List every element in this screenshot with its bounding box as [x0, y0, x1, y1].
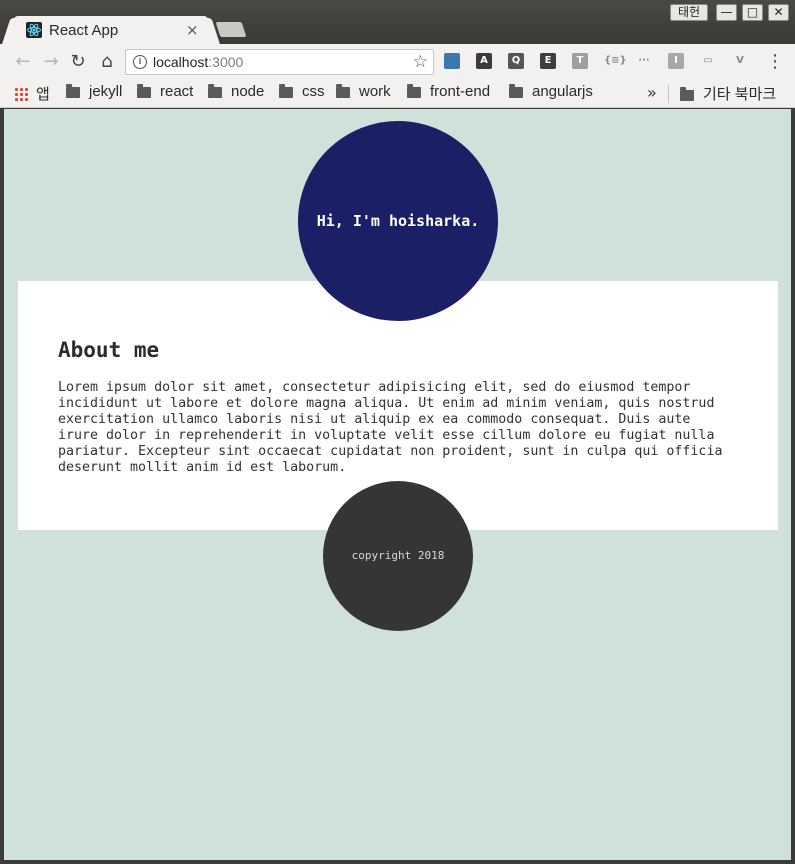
new-tab-button[interactable]	[215, 22, 247, 37]
folder-icon	[336, 83, 350, 98]
about-text: Lorem ipsum dolor sit amet, consectetur …	[58, 380, 723, 475]
bookmark-other[interactable]: 기타 북마크	[680, 83, 776, 105]
url-host: localhost	[153, 54, 209, 70]
dots-glyph: ···	[638, 55, 650, 66]
bookmark-other-label: 기타 북마크	[703, 86, 777, 103]
close-icon: ✕	[773, 5, 784, 19]
bookmark-jekyll[interactable]: jekyll	[66, 83, 122, 105]
translate-glyph: A	[480, 55, 488, 66]
json-glyph: {≡}	[604, 55, 627, 66]
folder-icon	[279, 83, 293, 98]
window-glyph: ▭	[703, 55, 713, 66]
reload-icon[interactable]: ↻	[67, 51, 89, 73]
i-icon[interactable]: I	[668, 53, 684, 69]
folder-icon	[137, 83, 151, 98]
evernote-glyph: E	[544, 55, 552, 66]
bookmark-react[interactable]: react	[137, 83, 193, 105]
bookmark-label: node	[231, 83, 265, 100]
translate-icon[interactable]: A	[476, 53, 492, 69]
bookmarks-bar: 앱 jekyll react node css work front-end a…	[0, 80, 795, 108]
folder-icon	[407, 83, 421, 98]
vue-icon[interactable]: V	[732, 53, 748, 69]
bookmark-apps[interactable]: 앱	[14, 83, 50, 105]
page-viewport: About me Lorem ipsum dolor sit amet, con…	[4, 109, 791, 860]
tab-react-app[interactable]: React App ×	[14, 16, 208, 46]
bookmark-css[interactable]: css	[279, 83, 325, 105]
react-logo-icon	[26, 22, 42, 38]
bookmark-label: work	[359, 83, 391, 100]
i-glyph: I	[674, 55, 678, 66]
bookmark-front-end[interactable]: front-end	[407, 83, 490, 105]
bookmarks-divider	[668, 85, 669, 103]
minimize-icon: —	[720, 5, 733, 19]
dots-icon[interactable]: ···	[636, 53, 652, 69]
maximize-button[interactable]: □	[742, 4, 763, 21]
maximize-icon: □	[746, 5, 759, 19]
bookmark-apps-label: 앱	[36, 86, 50, 103]
bookmark-label: react	[160, 83, 194, 100]
bookmark-label: jekyll	[89, 83, 123, 100]
evernote-icon[interactable]: E	[540, 53, 556, 69]
python-icon[interactable]	[444, 53, 460, 69]
bookmark-angularjs[interactable]: angularjs	[509, 83, 593, 105]
window-icon[interactable]: ▭	[700, 53, 716, 69]
menu-kebab-icon[interactable]: ⋮	[766, 51, 784, 72]
forward-arrow-icon[interactable]: →	[40, 51, 62, 73]
tab-title: React App	[49, 22, 119, 39]
bookmark-star-icon[interactable]: ☆	[413, 52, 428, 72]
bookmarks-overflow-icon[interactable]: »	[647, 83, 657, 102]
bookmark-node[interactable]: node	[208, 83, 264, 105]
json-icon[interactable]: {≡}	[604, 53, 627, 69]
folder-icon	[208, 83, 222, 98]
bookmark-label: angularjs	[532, 83, 593, 100]
folder-icon	[66, 83, 80, 98]
home-icon[interactable]: ⌂	[96, 51, 118, 73]
about-title: About me	[58, 338, 160, 362]
apps-grid-icon	[14, 87, 28, 102]
lightbulb-icon[interactable]: Q	[508, 53, 524, 69]
minimize-button[interactable]: —	[716, 4, 737, 21]
text-glyph: T	[576, 55, 584, 66]
folder-icon	[680, 86, 694, 101]
folder-icon	[509, 83, 523, 98]
hero-greeting: Hi, I'm hoisharka.	[316, 212, 480, 230]
python-glyph	[444, 53, 460, 69]
tab-close-icon[interactable]: ×	[186, 21, 199, 39]
browser-toolbar: ← → ↻ ⌂ i localhost:3000 ☆ A Q E T {≡} ··· I ▭ V…	[0, 44, 795, 80]
info-icon[interactable]: i	[133, 55, 147, 69]
hero-circle: Hi, I'm hoisharka.	[298, 121, 498, 321]
text-icon[interactable]: T	[572, 53, 588, 69]
url-port: :3000	[208, 54, 244, 70]
back-arrow-icon[interactable]: ←	[12, 51, 34, 73]
ime-indicator[interactable]: 태헌	[670, 4, 708, 21]
vue-glyph: V	[736, 55, 744, 66]
address-bar[interactable]: i localhost:3000 ☆	[125, 49, 434, 75]
bookmark-label: css	[302, 83, 325, 100]
bookmark-label: front-end	[430, 83, 491, 100]
close-window-button[interactable]: ✕	[768, 4, 789, 21]
bookmark-work[interactable]: work	[336, 83, 391, 105]
lightbulb-glyph: Q	[511, 55, 521, 66]
window-titlebar: 태헌 — □ ✕ React App ×	[0, 0, 795, 46]
footer-circle: copyright 2018	[323, 481, 473, 631]
footer-copyright: copyright 2018	[351, 549, 445, 562]
url-text[interactable]: localhost:3000	[153, 54, 243, 70]
